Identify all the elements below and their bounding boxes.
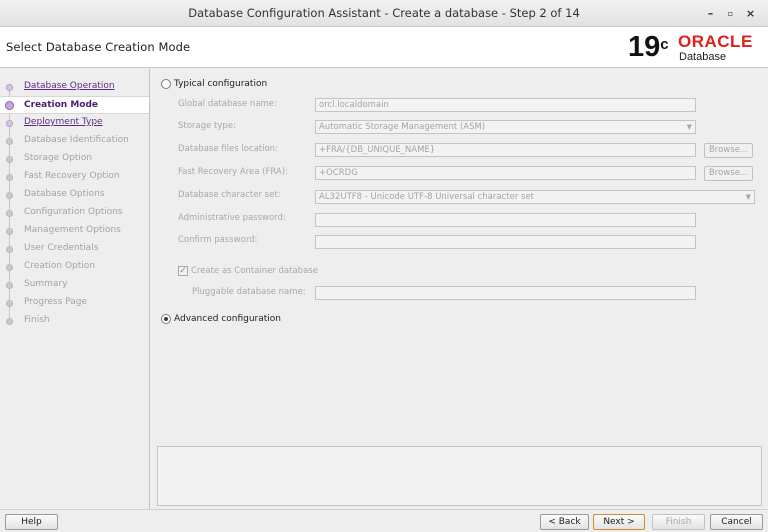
step-label: Finish — [24, 315, 50, 325]
charset-label: Database character set: — [178, 190, 281, 200]
window-titlebar[interactable]: Database Configuration Assistant - Creat… — [0, 0, 768, 27]
step-label: Creation Mode — [24, 100, 99, 110]
version-mark: 19c — [628, 31, 669, 63]
container-db-label[interactable]: Create as Container database — [191, 266, 318, 276]
step-user-credentials: User Credentials — [0, 240, 149, 258]
advanced-config-label[interactable]: Advanced configuration — [174, 314, 281, 324]
main-panel: Typical configuration Global database na… — [151, 69, 768, 509]
step-database-operation[interactable]: Database Operation — [0, 78, 149, 96]
admin-password-label: Administrative password: — [178, 213, 286, 223]
product-name: Database — [679, 51, 727, 63]
step-database-options: Database Options — [0, 186, 149, 204]
step-indicator-icon — [6, 228, 13, 235]
step-label: Management Options — [24, 225, 121, 235]
step-indicator-icon — [6, 156, 13, 163]
steps-sidebar: Database Operation Creation Mode Deploym… — [0, 69, 150, 509]
step-progress-page: Progress Page — [0, 294, 149, 312]
step-creation-option: Creation Option — [0, 258, 149, 276]
step-indicator-icon — [6, 300, 13, 307]
global-db-name-label: Global database name: — [178, 99, 277, 109]
step-label: Progress Page — [24, 297, 88, 307]
typical-config-label[interactable]: Typical configuration — [174, 79, 267, 89]
step-label: Database Operation — [24, 81, 115, 91]
window-title: Database Configuration Assistant - Creat… — [188, 6, 580, 20]
maximize-button[interactable]: ▫ — [722, 5, 739, 22]
help-button[interactable]: Help — [5, 514, 58, 530]
page-header: Select Database Creation Mode 19c ORACLE… — [0, 27, 768, 68]
fra-label: Fast Recovery Area (FRA): — [178, 167, 288, 177]
step-configuration-options: Configuration Options — [0, 204, 149, 222]
step-indicator-icon — [6, 120, 13, 127]
chevron-down-icon: ▼ — [686, 123, 692, 131]
step-indicator-icon — [6, 174, 13, 181]
step-label: Deployment Type — [24, 117, 103, 127]
oracle-brand: ORACLE — [678, 32, 753, 51]
global-db-name-input[interactable]: orcl.localdomain — [315, 98, 696, 112]
step-storage-option: Storage Option — [0, 150, 149, 168]
confirm-password-input[interactable] — [315, 235, 696, 249]
step-deployment-type[interactable]: Deployment Type — [0, 114, 149, 132]
charset-select[interactable]: AL32UTF8 - Unicode UTF-8 Universal chara… — [315, 190, 755, 204]
back-button[interactable]: < Back — [540, 514, 589, 530]
storage-type-select[interactable]: Automatic Storage Management (ASM) ▼ — [315, 120, 696, 134]
step-label: Database Options — [24, 189, 105, 199]
chevron-down-icon: ▼ — [745, 193, 751, 201]
step-label: Storage Option — [24, 153, 93, 163]
db-files-location-input[interactable]: +FRA/{DB_UNIQUE_NAME} — [315, 143, 696, 157]
step-indicator-icon — [6, 282, 13, 289]
step-indicator-icon — [6, 84, 13, 91]
charset-value: AL32UTF8 - Unicode UTF-8 Universal chara… — [319, 192, 535, 202]
storage-type-value: Automatic Storage Management (ASM) — [319, 122, 486, 132]
step-label: Creation Option — [24, 261, 95, 271]
step-label: Configuration Options — [24, 207, 123, 217]
page-title: Select Database Creation Mode — [6, 40, 191, 54]
step-indicator-icon — [6, 192, 13, 199]
button-bar: Help < Back Next > Finish Cancel — [0, 509, 768, 532]
step-indicator-icon — [6, 210, 13, 217]
admin-password-input[interactable] — [315, 213, 696, 227]
fra-browse-button[interactable]: Browse... — [704, 166, 753, 181]
pdb-name-label: Pluggable database name: — [192, 287, 306, 297]
fra-input[interactable]: +OCRDG — [315, 166, 696, 180]
step-database-identification: Database Identification — [0, 132, 149, 150]
pdb-name-input[interactable] — [315, 286, 696, 300]
finish-button: Finish — [652, 514, 705, 530]
storage-type-label: Storage type: — [178, 121, 236, 131]
close-button[interactable]: × — [742, 5, 759, 22]
step-indicator-icon — [6, 138, 13, 145]
minimize-button[interactable]: – — [702, 5, 719, 22]
next-button[interactable]: Next > — [593, 514, 645, 530]
step-indicator-icon — [6, 264, 13, 271]
step-label: Fast Recovery Option — [24, 171, 120, 181]
step-label: User Credentials — [24, 243, 99, 253]
advanced-config-radio[interactable] — [161, 314, 171, 324]
message-area — [157, 446, 762, 506]
step-indicator-icon — [6, 318, 13, 325]
cancel-button[interactable]: Cancel — [710, 514, 763, 530]
db-files-location-label: Database files location: — [178, 144, 278, 154]
step-label: Summary — [24, 279, 68, 289]
step-fast-recovery-option: Fast Recovery Option — [0, 168, 149, 186]
typical-config-radio[interactable] — [161, 79, 171, 89]
step-creation-mode: Creation Mode — [0, 96, 149, 114]
step-current-indicator-icon — [5, 101, 14, 110]
step-label: Database Identification — [24, 135, 129, 145]
db-files-browse-button[interactable]: Browse... — [704, 143, 753, 158]
step-summary: Summary — [0, 276, 149, 294]
container-db-checkbox[interactable]: ✓ — [178, 266, 188, 276]
step-finish: Finish — [0, 312, 149, 330]
step-management-options: Management Options — [0, 222, 149, 240]
oracle-logo: 19c ORACLE Database — [628, 31, 764, 65]
confirm-password-label: Confirm password: — [178, 235, 258, 245]
step-indicator-icon — [6, 246, 13, 253]
